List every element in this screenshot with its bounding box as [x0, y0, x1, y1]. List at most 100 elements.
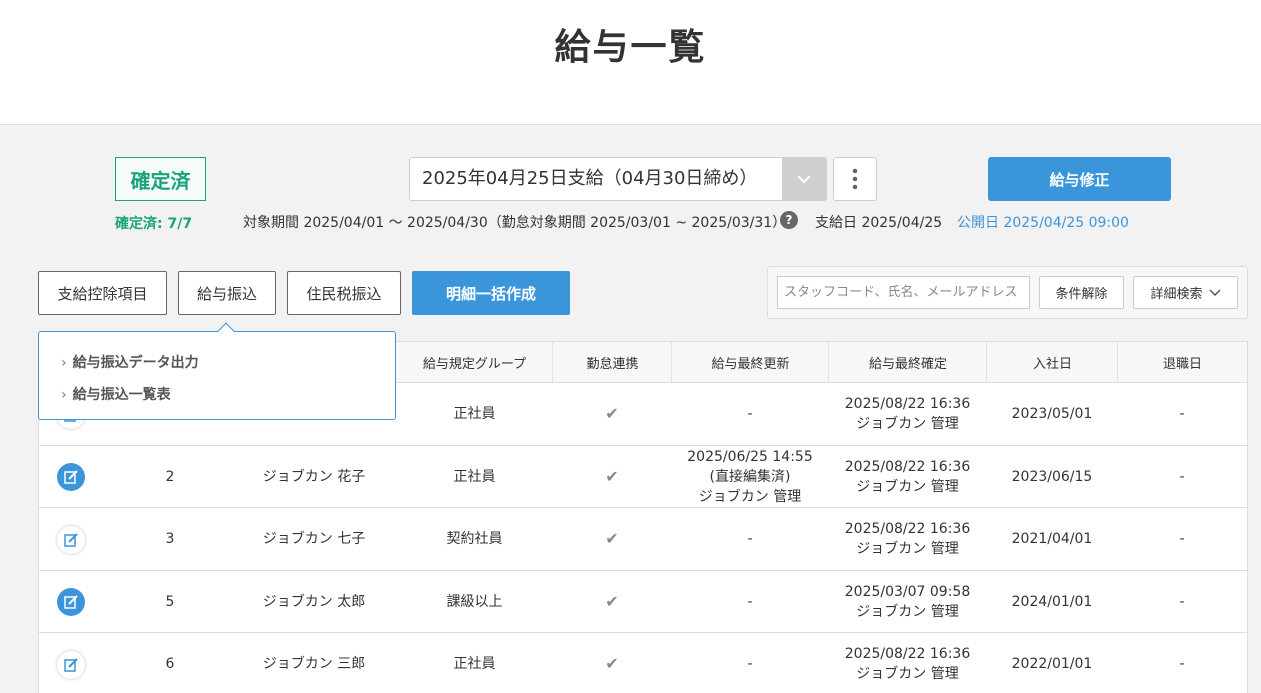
cell-attendance: ✔ [605, 404, 619, 423]
cell-last-confirmed: 2025/08/22 16:36 ジョブカン 管理 [828, 633, 987, 693]
chevron-down-icon [1208, 288, 1221, 296]
cell-group: 課級以上 [446, 593, 503, 610]
cell-staff-name: ジョブカン 太郎 [262, 593, 366, 610]
cell-attendance: ✔ [605, 591, 619, 611]
table-row[interactable]: 5 ジョブカン 太郎 課級以上 ✔ -2025/03/07 09:58 ジョブカン 管理 2… [39, 571, 1247, 633]
cell-last-updated: - [671, 508, 829, 570]
payday-select[interactable]: 2025年04月25日支給（04月30日締め） [409, 157, 827, 201]
cell-retire-date: - [1179, 656, 1185, 672]
dropdown-item-transfer-list[interactable]: › 給与振込一覧表 [61, 384, 171, 404]
cell-retire-date: - [1179, 468, 1185, 485]
cell-last-updated: - [671, 383, 829, 445]
cell-group: 正社員 [453, 468, 496, 485]
cell-staff-name: ジョブカン 三郎 [262, 656, 366, 672]
clear-conditions-button[interactable]: 条件解除 [1039, 276, 1124, 309]
cell-last-updated-line: ジョブカン 管理 [698, 488, 802, 505]
dropdown-item-label: 給与振込一覧表 [72, 387, 171, 403]
cell-staff-no: 5 [165, 593, 175, 610]
cell-last-confirmed-line: ジョブカン 管理 [856, 666, 959, 682]
published-date: 公開日 2025/04/25 09:00 [957, 215, 1129, 231]
cell-last-confirmed-line: 2025/08/22 16:36 [844, 521, 971, 537]
kebab-icon [852, 168, 858, 190]
cell-retire-date: - [1179, 531, 1185, 547]
cell-attendance: ✔ [605, 466, 619, 486]
cell-last-confirmed-line: ジョブカン 管理 [856, 478, 959, 495]
cell-last-updated-line: (直接編集済) [709, 468, 791, 485]
col-header-attendance: 勤怠連携 [552, 342, 672, 383]
cell-group: 契約社員 [446, 531, 503, 547]
dropdown-pointer [217, 322, 235, 340]
edit-icon[interactable] [57, 463, 85, 491]
title-area: 給与一覧 [0, 0, 1261, 125]
cell-last-updated-line: - [747, 593, 753, 610]
cell-join-date: 2023/05/01 [1011, 406, 1093, 422]
table-row[interactable]: 3 ジョブカン 七子 契約社員 ✔ -2025/08/22 16:36 ジョブカン 管理 2… [39, 508, 1247, 571]
chevron-down-icon[interactable] [782, 158, 826, 200]
cell-staff-name: ジョブカン 花子 [262, 468, 366, 485]
cell-retire-date: - [1179, 593, 1185, 610]
chevron-right-icon: › [61, 355, 67, 371]
page-title: 給与一覧 [554, 27, 707, 68]
cell-attendance: ✔ [605, 654, 619, 673]
edit-icon[interactable] [57, 650, 85, 679]
cell-last-confirmed-line: 2025/08/22 16:36 [844, 646, 971, 662]
cell-join-date: 2021/04/01 [1011, 531, 1093, 547]
cell-group: 正社員 [453, 406, 496, 422]
cell-last-confirmed: 2025/08/22 16:36 ジョブカン 管理 [828, 508, 987, 570]
resident-tax-transfer-button[interactable]: 住民税振込 [287, 271, 401, 315]
cell-join-date: 2022/01/01 [1011, 656, 1093, 672]
cell-last-confirmed-line: ジョブカン 管理 [856, 541, 959, 557]
cell-last-confirmed-line: ジョブカン 管理 [856, 603, 959, 620]
edit-icon[interactable] [57, 525, 85, 554]
cell-last-updated: 2025/06/25 14:55 (直接編集済) ジョブカン 管理 [671, 446, 829, 507]
chevron-right-icon: › [61, 387, 67, 403]
cell-last-updated-line: 2025/06/25 14:55 [687, 448, 813, 465]
deduction-items-button[interactable]: 支給控除項目 [38, 271, 167, 315]
cell-last-confirmed: 2025/08/22 16:36 ジョブカン 管理 [828, 383, 987, 445]
cell-retire-date: - [1179, 406, 1185, 422]
col-header-retire-date: 退職日 [1117, 342, 1247, 383]
col-header-last-confirmed: 給与最終確定 [828, 342, 987, 383]
payday-date: 支給日 2025/04/25 [815, 215, 943, 231]
cell-staff-no: 6 [165, 656, 175, 672]
cell-last-updated: - [671, 633, 829, 693]
dropdown-item-label: 給与振込データ出力 [72, 355, 199, 371]
cell-staff-name: ジョブカン 七子 [262, 531, 366, 547]
payroll-fix-button[interactable]: 給与修正 [988, 157, 1171, 201]
cell-last-updated-line: - [747, 656, 753, 672]
salary-transfer-dropdown: › 給与振込データ出力 › 給与振込一覧表 [38, 322, 396, 420]
cell-join-date: 2023/06/15 [1011, 468, 1093, 485]
cell-group: 正社員 [453, 656, 496, 672]
col-header-group: 給与規定グループ [422, 357, 527, 372]
table-row[interactable]: 2 ジョブカン 花子 正社員 ✔ 2025/06/25 14:55 (直接編集済) ジョブカ… [39, 446, 1247, 508]
cell-last-confirmed-line: 2025/08/22 16:36 [844, 458, 971, 475]
advanced-search-button[interactable]: 詳細検索 [1133, 276, 1238, 309]
cell-last-updated-line: - [747, 531, 753, 547]
cell-staff-no: 2 [165, 468, 175, 485]
search-panel: スタッフコード、氏名、メールアドレス 条件解除 詳細検索 [767, 266, 1248, 319]
search-input[interactable]: スタッフコード、氏名、メールアドレス [777, 276, 1030, 309]
more-menu-button[interactable] [833, 157, 877, 201]
status-badge: 確定済 [115, 157, 206, 201]
target-period: 対象期間 2025/04/01 〜 2025/04/30（勤怠対象期間 2025… [243, 215, 787, 231]
bulk-create-button[interactable]: 明細一括作成 [412, 271, 570, 315]
advanced-search-label: 詳細検索 [1150, 287, 1203, 302]
edit-icon[interactable] [57, 588, 85, 616]
col-header-last-updated: 給与最終更新 [671, 342, 829, 383]
dropdown-item-transfer-data-export[interactable]: › 給与振込データ出力 [61, 352, 199, 372]
main-panel: 確定済 確定済: 7/7 2025年04月25日支給（04月30日締め） 給与修… [0, 125, 1261, 693]
cell-last-confirmed: 2025/03/07 09:58 ジョブカン 管理 [828, 571, 987, 632]
table-row[interactable]: 6 ジョブカン 三郎 正社員 ✔ -2025/08/22 16:36 ジョブカン 管理 20… [39, 633, 1247, 693]
help-icon[interactable]: ? [780, 211, 798, 229]
cell-last-confirmed-line: 2025/08/22 16:36 [844, 396, 971, 412]
salary-transfer-button[interactable]: 給与振込 [178, 271, 276, 315]
col-header-join-date: 入社日 [986, 342, 1118, 383]
status-count: 確定済: 7/7 [115, 216, 193, 232]
cell-last-confirmed: 2025/08/22 16:36 ジョブカン 管理 [828, 446, 987, 507]
cell-staff-no: 3 [165, 531, 175, 547]
cell-last-confirmed-line: ジョブカン 管理 [856, 416, 959, 432]
cell-last-updated-line: - [747, 406, 753, 422]
cell-attendance: ✔ [605, 529, 619, 548]
cell-last-updated: - [671, 571, 829, 632]
payday-select-value: 2025年04月25日支給（04月30日締め） [422, 168, 758, 189]
